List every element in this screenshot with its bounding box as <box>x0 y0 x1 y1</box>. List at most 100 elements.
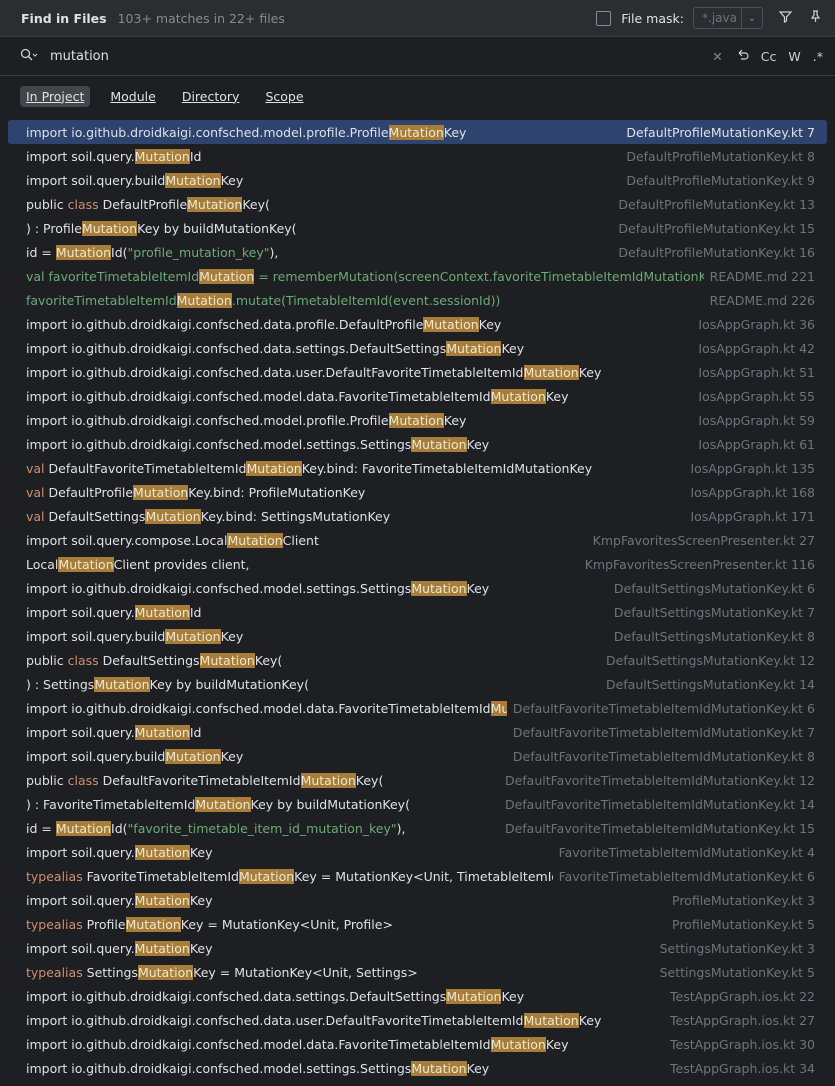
result-row[interactable]: public class DefaultSettingsMutationKey(… <box>8 648 827 672</box>
tab-module[interactable]: Module <box>104 86 161 107</box>
filter-icon[interactable] <box>777 10 793 27</box>
result-code-line: import soil.query.MutationKey <box>26 940 654 956</box>
result-row[interactable]: typealias ProfileMutationKey = MutationK… <box>8 912 827 936</box>
result-row[interactable]: public class DefaultFavoriteTimetableIte… <box>8 768 827 792</box>
result-row[interactable]: import io.github.droidkaigi.confsched.mo… <box>8 432 827 456</box>
result-row[interactable]: import io.github.droidkaigi.confsched.mo… <box>8 1032 827 1056</box>
result-file-location: SettingsMutationKey.kt 5 <box>653 964 815 980</box>
code-text: Key = MutationKey<Unit, TimetableItemId> <box>294 868 553 884</box>
tab-in-project[interactable]: In Project <box>20 85 91 107</box>
code-text: = rememberMutation(screenContext.favorit… <box>254 268 704 284</box>
result-row[interactable]: favoriteTimetableItemIdMutation.mutate(T… <box>8 288 827 312</box>
match-highlight: Mutation <box>81 220 138 236</box>
code-text: Key( <box>254 652 283 668</box>
match-highlight: Mutation <box>134 940 190 956</box>
result-code-line: LocalMutationClient provides client, <box>26 556 579 572</box>
code-text: Key <box>578 1012 602 1028</box>
new-line-icon[interactable] <box>735 48 749 64</box>
result-file-location: DefaultProfileMutationKey.kt 7 <box>620 124 815 140</box>
result-row[interactable]: import soil.query.MutationKey FavoriteTim… <box>8 840 827 864</box>
result-row[interactable]: val favoriteTimetableItemIdMutation = re… <box>8 264 827 288</box>
code-text: ), <box>269 244 279 260</box>
result-row[interactable]: import soil.query.buildMutationKey Defaul… <box>8 744 827 768</box>
result-file-location: SettingsMutationKey.kt 3 <box>653 940 815 956</box>
regex-toggle[interactable]: .* <box>813 49 823 64</box>
match-highlight: Mutation <box>187 196 243 212</box>
result-row[interactable]: typealias SettingsMutationKey = Mutation… <box>8 960 827 984</box>
code-text: DefaultFavoriteTimetableItemId <box>98 772 301 788</box>
result-row[interactable]: public class DefaultProfileMutationKey(D… <box>8 192 827 216</box>
file-mask-checkbox[interactable] <box>596 10 612 26</box>
search-history-icon[interactable] <box>20 48 38 65</box>
clear-icon[interactable]: ✕ <box>712 49 722 64</box>
result-row[interactable]: import io.github.droidkaigi.confsched.mo… <box>8 696 827 720</box>
file-mask-value[interactable]: *.java <box>694 11 741 25</box>
result-code-line: import io.github.droidkaigi.confsched.mo… <box>26 388 692 404</box>
result-code-line: import soil.query.buildMutationKey <box>26 748 507 764</box>
result-row[interactable]: import io.github.droidkaigi.confsched.mo… <box>8 408 827 432</box>
result-row[interactable]: import io.github.droidkaigi.confsched.da… <box>8 1008 827 1032</box>
words-toggle[interactable]: W <box>788 49 800 64</box>
find-in-files-header: Find in Files 103+ matches in 22+ files … <box>0 0 835 36</box>
result-row[interactable]: typealias FavoriteTimetableItemIdMutatio… <box>8 864 827 888</box>
code-text: Profile <box>82 916 126 932</box>
result-row[interactable]: import soil.query.MutationKey ProfileMuta… <box>8 888 827 912</box>
result-code-line: favoriteTimetableItemIdMutation.mutate(T… <box>26 292 704 308</box>
result-row[interactable]: val DefaultFavoriteTimetableItemIdMutati… <box>8 456 827 480</box>
result-row[interactable]: import io.github.droidkaigi.confsched.mo… <box>8 120 827 144</box>
code-text: Key = MutationKey<Unit, Profile> <box>180 916 393 932</box>
result-row[interactable]: ) : SettingsMutationKey by buildMutation… <box>8 672 827 696</box>
result-row[interactable]: import io.github.droidkaigi.confsched.da… <box>8 312 827 336</box>
code-string: "favorite_timetable_item_id_mutation_key… <box>127 820 397 836</box>
chevron-down-icon[interactable]: ⌄ <box>741 8 762 28</box>
result-code-line: import soil.query.MutationId <box>26 724 507 740</box>
result-code-line: val DefaultProfileMutationKey.bind: Prof… <box>26 484 684 500</box>
result-file-location: DefaultProfileMutationKey.kt 13 <box>612 196 815 212</box>
result-file-location: DefaultFavoriteTimetableItemIdMutationKe… <box>498 796 815 812</box>
pin-icon[interactable] <box>807 9 823 27</box>
result-row[interactable]: import soil.query.MutationId DefaultFavor… <box>8 720 827 744</box>
result-row[interactable]: import io.github.droidkaigi.confsched.da… <box>8 360 827 384</box>
code-text: Key <box>545 1036 569 1052</box>
search-input[interactable]: mutation <box>50 49 700 64</box>
result-file-location: ProfileMutationKey.kt 3 <box>666 892 815 908</box>
code-text: id = <box>26 820 56 836</box>
code-text: Key <box>220 628 244 644</box>
code-text: import soil.query.build <box>26 628 166 644</box>
result-code-line: import io.github.droidkaigi.confsched.mo… <box>26 580 608 596</box>
code-text: import io.github.droidkaigi.confsched.mo… <box>26 1036 491 1052</box>
result-row[interactable]: import soil.query.MutationId DefaultProfi… <box>8 144 827 168</box>
code-text: Key <box>478 316 502 332</box>
code-text: Key.bind: ProfileMutationKey <box>188 484 366 500</box>
result-code-line: ) : ProfileMutationKey by buildMutationK… <box>26 220 612 236</box>
tab-scope[interactable]: Scope <box>259 86 309 107</box>
result-row[interactable]: import soil.query.buildMutationKey Defaul… <box>8 624 827 648</box>
result-row[interactable]: LocalMutationClient provides client, KmpF… <box>8 552 827 576</box>
code-text: import soil.query. <box>26 148 135 164</box>
result-row[interactable]: id = MutationId("profile_mutation_key"),… <box>8 240 827 264</box>
tab-directory[interactable]: Directory <box>176 86 246 107</box>
result-row[interactable]: val DefaultSettingsMutationKey.bind: Set… <box>8 504 827 528</box>
result-code-line: ) : FavoriteTimetableItemIdMutationKey b… <box>26 796 499 812</box>
result-code-line: import io.github.droidkaigi.confsched.mo… <box>26 1036 664 1052</box>
result-row[interactable]: import soil.query.MutationId DefaultSetti… <box>8 600 827 624</box>
result-file-location: IosAppGraph.kt 171 <box>684 508 815 524</box>
result-row[interactable]: id = MutationId("favorite_timetable_item… <box>8 816 827 840</box>
result-row[interactable]: import io.github.droidkaigi.confsched.mo… <box>8 384 827 408</box>
result-row[interactable]: import soil.query.MutationKey SettingsMut… <box>8 936 827 960</box>
match-case-toggle[interactable]: Cc <box>761 49 777 64</box>
result-row[interactable]: import soil.query.buildMutationKey Defaul… <box>8 168 827 192</box>
result-row[interactable]: import io.github.droidkaigi.confsched.da… <box>8 336 827 360</box>
result-row[interactable]: ) : FavoriteTimetableItemIdMutationKey b… <box>8 792 827 816</box>
result-row[interactable]: import io.github.droidkaigi.confsched.da… <box>8 984 827 1008</box>
file-mask-combobox[interactable]: *.java ⌄ <box>693 7 763 29</box>
result-row[interactable]: import io.github.droidkaigi.confsched.mo… <box>8 576 827 600</box>
code-text: Key <box>220 172 244 188</box>
code-keyword: val <box>26 508 45 524</box>
result-code-line: val DefaultFavoriteTimetableItemIdMutati… <box>26 460 684 476</box>
result-row[interactable]: ) : ProfileMutationKey by buildMutationK… <box>8 216 827 240</box>
result-row[interactable]: import soil.query.compose.LocalMutationC… <box>8 528 827 552</box>
result-row[interactable]: import io.github.droidkaigi.confsched.mo… <box>8 1056 827 1080</box>
code-text: Client provides client, <box>113 556 250 572</box>
result-row[interactable]: val DefaultProfileMutationKey.bind: Prof… <box>8 480 827 504</box>
